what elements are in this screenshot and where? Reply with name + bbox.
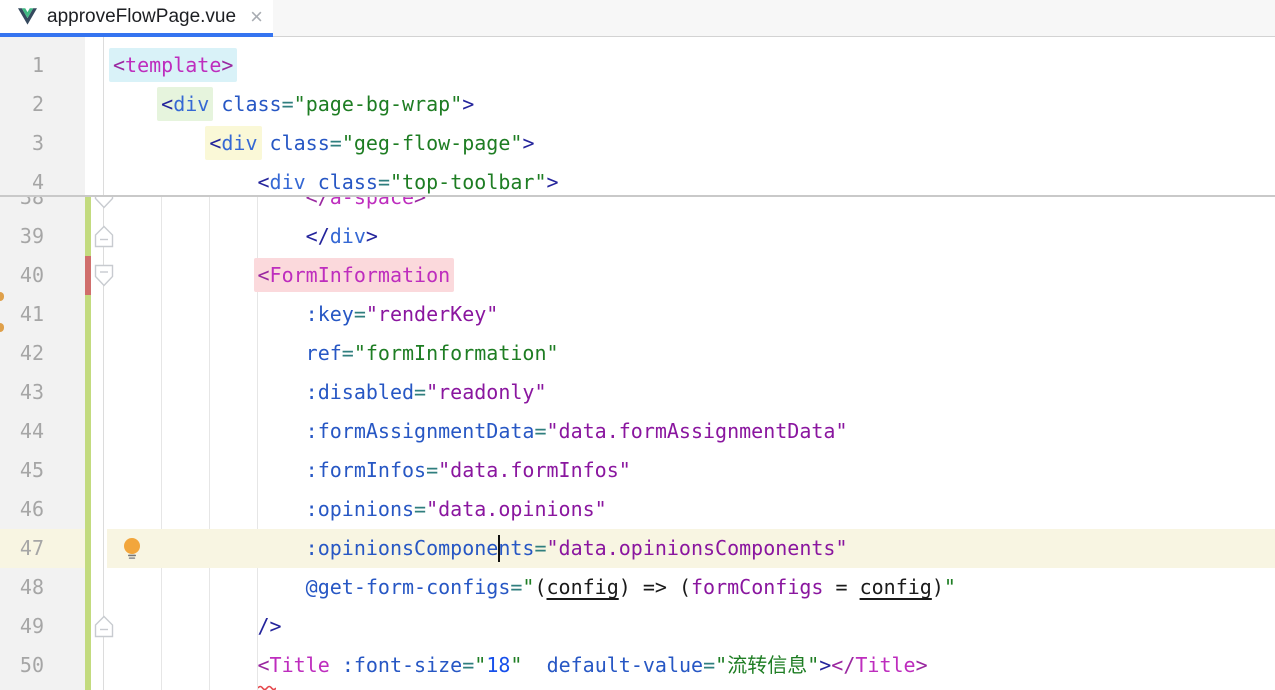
code-text: />: [113, 607, 282, 646]
code-line-39[interactable]: 39 </div>: [0, 217, 1275, 256]
code-line-43[interactable]: 43 :disabled="readonly": [0, 373, 1275, 412]
line-number[interactable]: 42: [0, 334, 44, 373]
line-number[interactable]: 4: [0, 163, 44, 196]
error-squiggle: [258, 677, 276, 683]
line-number[interactable]: 40: [0, 256, 44, 295]
code-line-4[interactable]: 4 <div class="top-toolbar">: [0, 163, 1275, 196]
code-text: :opinions="data.opinions": [113, 490, 607, 529]
code-text: :key="renderKey": [113, 295, 498, 334]
code-line-2[interactable]: 2 <div class="page-bg-wrap">: [0, 85, 1275, 124]
pinned-lines-separator: [0, 195, 1275, 197]
code-line-44[interactable]: 44 :formAssignmentData="data.formAssignm…: [0, 412, 1275, 451]
tab-title: approveFlowPage.vue: [47, 6, 236, 28]
code-line-1[interactable]: 1 <template>: [0, 46, 1275, 85]
code-text: :formInfos="data.formInfos": [113, 451, 631, 490]
line-number[interactable]: 41: [0, 295, 44, 334]
editor-tab-bar: approveFlowPage.vue ×: [0, 0, 1275, 37]
fold-marker-icon[interactable]: [94, 264, 114, 287]
line-number[interactable]: 45: [0, 451, 44, 490]
code-text: </a-space>: [113, 196, 426, 217]
code-text: <div class="page-bg-wrap">: [113, 85, 474, 124]
tag-match-highlight: <div: [157, 87, 213, 121]
line-number[interactable]: 2: [0, 85, 44, 124]
fold-marker-icon[interactable]: [94, 615, 114, 638]
code-editor[interactable]: 38 </a-space>39 </div>40 <FormInformatio…: [0, 37, 1275, 690]
code-text: :disabled="readonly": [113, 373, 547, 412]
fold-marker-icon[interactable]: [94, 196, 114, 209]
code-text: :opinionsComponents="data.opinionsCompon…: [113, 529, 848, 568]
code-line-41[interactable]: 41 :key="renderKey": [0, 295, 1275, 334]
code-text: <FormInformation: [113, 256, 450, 295]
code-line-48[interactable]: 48 @get-form-configs="(config) => (formC…: [0, 568, 1275, 607]
text-caret: [498, 535, 500, 562]
line-number[interactable]: 46: [0, 490, 44, 529]
line-number[interactable]: 1: [0, 46, 44, 85]
line-number[interactable]: 3: [0, 124, 44, 163]
code-line-38[interactable]: 38 </a-space>: [0, 196, 1275, 217]
code-text: </div>: [113, 217, 378, 256]
code-text: <template>: [113, 46, 233, 85]
tag-match-highlight: <div: [205, 126, 261, 160]
line-number[interactable]: 50: [0, 646, 44, 685]
code-text: @get-form-configs="(config) => (formConf…: [113, 568, 956, 607]
code-text: <div class="geg-flow-page">: [113, 124, 534, 163]
code-line-3[interactable]: 3 <div class="geg-flow-page">: [0, 124, 1275, 163]
pinned-lines-panel: 1<template>2 <div class="page-bg-wrap">3…: [0, 37, 1275, 196]
line-number[interactable]: 47: [0, 529, 44, 568]
code-text: <Title :font-size="18" default-value="流转…: [113, 646, 928, 685]
code-text: ref="formInformation": [113, 334, 559, 373]
code-line-46[interactable]: 46 :opinions="data.opinions": [0, 490, 1275, 529]
line-number[interactable]: 43: [0, 373, 44, 412]
line-number[interactable]: 49: [0, 607, 44, 646]
code-line-40[interactable]: 40 <FormInformation: [0, 256, 1275, 295]
tab-approveflowpage-vue[interactable]: approveFlowPage.vue ×: [0, 0, 273, 37]
vcs-change-marker-deleted[interactable]: [85, 256, 91, 295]
vue-logo-icon: [18, 8, 37, 25]
line-number[interactable]: 38: [0, 196, 44, 217]
code-line-47[interactable]: 47 :opinionsComponents="data.opinionsCom…: [0, 529, 1275, 568]
code-line-50[interactable]: 50 <Title :font-size="18" default-value=…: [0, 646, 1275, 685]
close-icon[interactable]: ×: [250, 6, 263, 28]
code-line-45[interactable]: 45 :formInfos="data.formInfos": [0, 451, 1275, 490]
line-number[interactable]: 48: [0, 568, 44, 607]
code-text: :formAssignmentData="data.formAssignment…: [113, 412, 848, 451]
fold-marker-icon[interactable]: [94, 225, 114, 248]
tag-match-highlight: <template>: [109, 48, 237, 82]
tag-match-highlight: <FormInformation: [254, 258, 455, 292]
code-text: <div class="top-toolbar">: [113, 163, 559, 196]
code-line-42[interactable]: 42 ref="formInformation": [0, 334, 1275, 373]
line-number[interactable]: 44: [0, 412, 44, 451]
line-number[interactable]: 39: [0, 217, 44, 256]
code-line-49[interactable]: 49 />: [0, 607, 1275, 646]
code-scroll-area[interactable]: 38 </a-space>39 </div>40 <FormInformatio…: [0, 196, 1275, 690]
